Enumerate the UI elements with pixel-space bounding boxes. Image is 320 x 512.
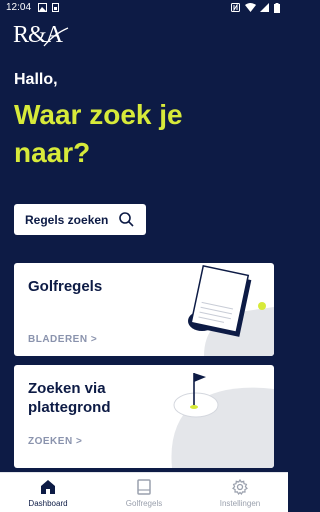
nav-settings-label: Instellingen [219,499,261,508]
search-icon [119,212,134,227]
greeting-text: Hallo, [14,71,58,88]
card-golf-rules-title: Golfregels [28,278,103,295]
home-icon [41,480,55,494]
search-rules-label: Regels zoeken [25,212,109,227]
nav-golf-rules-label: Golfregels [125,499,163,508]
search-link[interactable]: ZOEKEN > [28,436,82,447]
logo-swoosh-icon [43,27,69,47]
card-map-search-title: Zoeken via plattegrond [28,380,111,416]
status-bar: 12:04 [0,0,288,16]
card-golf-rules[interactable]: Golfregels BLADEREN > [14,263,274,356]
nfc-icon [231,3,240,12]
search-rules-button[interactable]: Regels zoeken [14,204,146,235]
status-time: 12:04 [6,2,32,13]
sim-notification-icon [52,3,59,12]
page-headline: Waar zoek je naar? [14,99,183,168]
nav-settings[interactable]: Instellingen [192,473,288,512]
gear-icon [232,479,248,495]
book-icon [137,479,151,495]
bottom-navigation: Dashboard Golfregels Instellingen [0,472,288,512]
signal-icon [260,3,269,12]
nav-dashboard[interactable]: Dashboard [0,473,96,512]
wifi-icon [245,3,256,12]
rulebook-illustration-icon [188,264,274,356]
battery-icon [274,3,280,13]
image-notification-icon [38,3,47,12]
golf-flag-illustration-icon [171,373,274,468]
nav-dashboard-label: Dashboard [28,499,68,508]
card-map-search[interactable]: Zoeken via plattegrond ZOEKEN > [14,365,274,468]
browse-link[interactable]: BLADEREN > [28,334,97,345]
nav-golf-rules[interactable]: Golfregels [96,473,192,512]
